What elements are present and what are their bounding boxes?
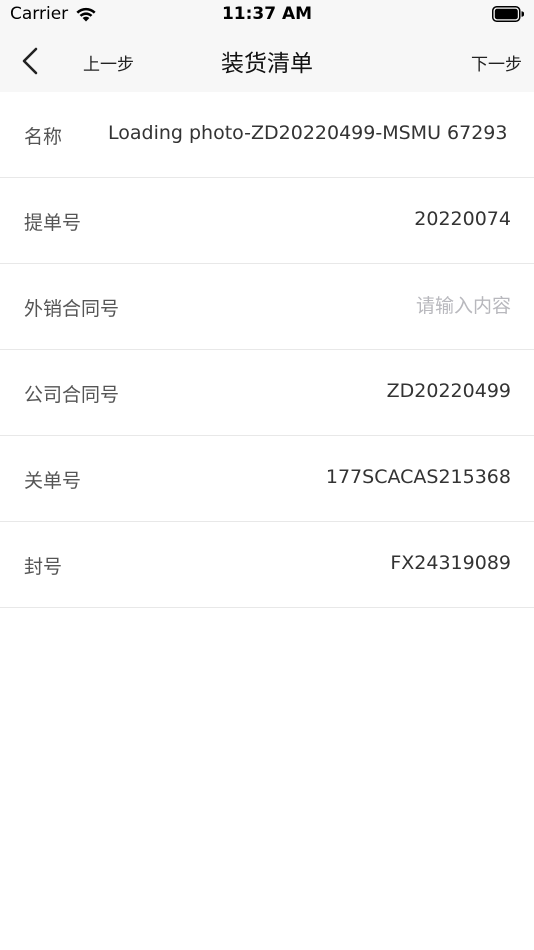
- name-label: 名称: [24, 126, 63, 148]
- form-list: 名称 Loading photo-ZD20220499-MSMU 67293 提…: [0, 92, 534, 608]
- battery-icon: [492, 6, 524, 22]
- status-time: 11:37 AM: [221, 4, 313, 24]
- customs-declaration-label: 关单号: [24, 470, 82, 492]
- seal-number-value[interactable]: FX24319089: [390, 552, 511, 574]
- form-row-seal-number[interactable]: 封号 FX24319089: [0, 522, 534, 608]
- customs-declaration-value[interactable]: 177SCACAS215368: [326, 466, 511, 488]
- page-title: 装货清单: [221, 51, 313, 77]
- company-contract-label: 公司合同号: [24, 384, 120, 406]
- bill-of-lading-label: 提单号: [24, 212, 82, 234]
- form-row-customs-declaration[interactable]: 关单号 177SCACAS215368: [0, 436, 534, 522]
- next-step-button[interactable]: 下一步: [471, 50, 522, 75]
- status-bar: Carrier 11:37 AM: [0, 0, 534, 30]
- form-row-company-contract[interactable]: 公司合同号 ZD20220499: [0, 350, 534, 436]
- form-row-export-contract[interactable]: 外销合同号: [0, 264, 534, 350]
- export-contract-label: 外销合同号: [24, 298, 120, 320]
- export-contract-input[interactable]: [211, 290, 511, 322]
- navigation-bar: 上一步 装货清单 下一步: [0, 30, 534, 92]
- name-value[interactable]: Loading photo-ZD20220499-MSMU 67293: [108, 122, 511, 144]
- bill-of-lading-value[interactable]: 20220074: [414, 208, 511, 230]
- form-row-name[interactable]: 名称 Loading photo-ZD20220499-MSMU 67293: [0, 92, 534, 178]
- form-row-bill-of-lading[interactable]: 提单号 20220074: [0, 178, 534, 264]
- seal-number-label: 封号: [24, 556, 63, 578]
- company-contract-value[interactable]: ZD20220499: [387, 380, 511, 402]
